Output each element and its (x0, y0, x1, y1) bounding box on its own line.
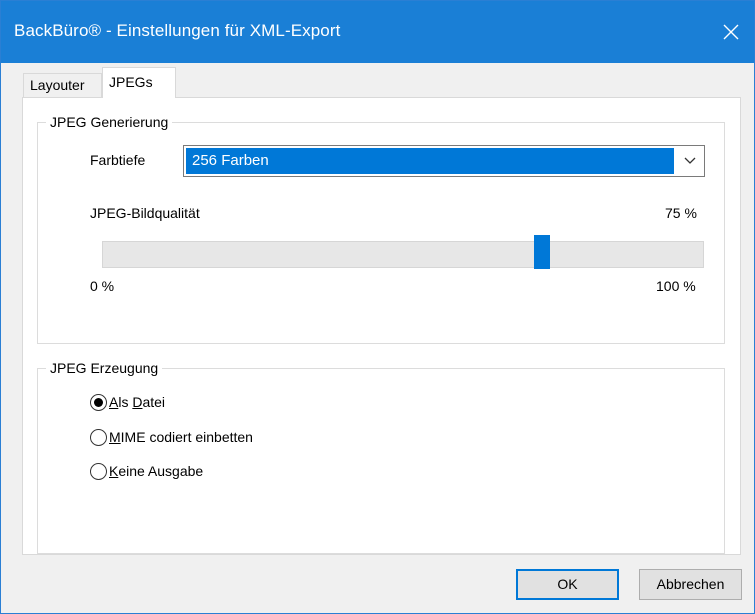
slider-max-label: 100 % (656, 278, 696, 294)
quality-value: 75 % (665, 205, 697, 221)
radio-circle (90, 393, 107, 411)
radio-selected-dot (94, 397, 103, 407)
tab-layouter[interactable]: Layouter (23, 73, 102, 98)
group-legend: JPEG Generierung (46, 113, 173, 131)
radio-circle (90, 462, 107, 480)
slider-min-label: 0 % (90, 278, 115, 294)
dropdown-arrow[interactable] (676, 146, 704, 176)
radio-circle (90, 428, 107, 446)
cancel-button[interactable]: Abbrechen (639, 569, 742, 600)
farbtiefe-dropdown[interactable]: 256 Farben (183, 145, 705, 177)
radio-label: MIME codiert einbetten (109, 429, 253, 445)
radio-keine-ausgabe[interactable]: Keine Ausgabe (90, 460, 203, 482)
farbtiefe-label: Farbtiefe (90, 152, 146, 168)
close-button[interactable] (708, 1, 754, 63)
radio-label: Als Datei (109, 394, 166, 410)
dialog-window: BackBüro® - Einstellungen für XML-Export… (0, 0, 755, 614)
tab-jpegs[interactable]: JPEGs (102, 67, 176, 98)
ok-button[interactable]: OK (516, 569, 619, 600)
radio-als-datei[interactable]: Als Datei (90, 391, 165, 413)
chevron-down-icon (684, 157, 696, 164)
radio-mime-codiert[interactable]: MIME codiert einbetten (90, 426, 253, 448)
quality-label: JPEG-Bildqualität (90, 205, 200, 221)
quality-slider-track[interactable] (102, 241, 704, 268)
close-icon (723, 24, 739, 40)
radio-label: Keine Ausgabe (109, 463, 204, 479)
window-title: BackBüro® - Einstellungen für XML-Export (14, 21, 341, 40)
group-legend: JPEG Erzeugung (46, 359, 163, 377)
quality-slider-thumb[interactable] (533, 235, 550, 269)
title-bar[interactable]: BackBüro® - Einstellungen für XML-Export (1, 1, 754, 63)
farbtiefe-selected-value: 256 Farben (186, 148, 674, 174)
